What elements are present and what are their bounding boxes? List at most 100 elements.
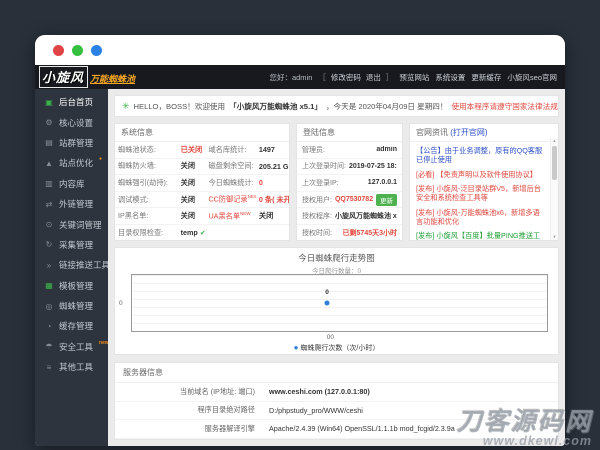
value: www.ceshi.com (127.0.0.1:80) xyxy=(269,387,370,397)
news-item[interactable]: [必看] 【免责声明以及软件使用协议】 xyxy=(416,170,546,179)
logout-link[interactable]: 退出 xyxy=(366,72,381,83)
server-info-title: 服务器信息 xyxy=(115,363,558,383)
sidebar-item-dashboard[interactable]: ▣ 后台首页 xyxy=(35,92,108,112)
value: 205.21 GB xyxy=(258,161,289,171)
account-links: 修改密码 退出 xyxy=(318,72,393,83)
preview-site-link[interactable]: 预览网站 xyxy=(399,72,429,83)
label: 蜘蛛池状态: xyxy=(118,144,156,154)
news-item[interactable]: [发布] 小旋风-万能蜘蛛池x6，新增多语言功能和优化 xyxy=(416,208,546,226)
value: 关闭 xyxy=(180,177,196,187)
value: 2019-07-25 18:37 xyxy=(348,162,397,170)
system-settings-link[interactable]: 系统设置 xyxy=(435,72,465,83)
sidebar-item-label: 安全工具 xyxy=(59,341,94,352)
template-icon: ▦ xyxy=(45,281,53,291)
sidebar-item-collection[interactable]: ↻ 采集管理 xyxy=(35,235,108,255)
sidebar-item-keywords[interactable]: ⊙ 关键词管理 xyxy=(35,214,108,234)
sidebar-item-external-links[interactable]: ⇄ 外链管理 xyxy=(35,194,108,214)
sidebar-item-other-tools[interactable]: ≡ 其他工具 xyxy=(35,357,108,377)
table-row: 程序目录绝对路径 D:/phpstudy_pro/WWW/ceshi xyxy=(115,402,558,420)
chart-title: 今日蜘蛛爬行走势图 xyxy=(298,253,375,263)
new-badge: NEW xyxy=(240,210,251,216)
sun-icon: ✳ xyxy=(122,100,130,111)
scroll-up-icon[interactable]: ▲ xyxy=(553,138,557,144)
licensed-user-value: QQ7530782 xyxy=(334,196,373,204)
notice-warning: 使用本程序请遵守国家法律法规，并遵守本软件使用协议！ xyxy=(451,101,559,111)
ua-blacklist-link[interactable]: UA黑名单NEW xyxy=(205,211,255,221)
value: 已关闭 xyxy=(180,144,203,154)
notice-date: ，今天是 2020年04月09日 星期四！ xyxy=(325,101,448,111)
keyword-icon: ⊙ xyxy=(45,220,53,230)
sidebar-item-templates[interactable]: ▦ 模板管理 xyxy=(35,276,108,296)
spider-crawl-chart: 今日蜘蛛爬行走势图 今日爬行数量：0 0 0 00 ● 蜘蛛爬行次数（次/小时） xyxy=(114,247,559,355)
chart-plot-area: 0 xyxy=(131,274,548,332)
cc-defense-link[interactable]: CC防御记录NEW xyxy=(205,194,255,204)
label: IP黑名单: xyxy=(118,211,149,221)
sidebar-item-label: 模板管理 xyxy=(59,280,94,291)
label: 授权时间: xyxy=(302,229,332,237)
sidebar-item-site-optimize[interactable]: ▲ 站点优化 ● xyxy=(35,153,108,173)
value: 关闭 xyxy=(180,211,196,221)
scroll-down-icon[interactable]: ▼ xyxy=(553,234,557,240)
news-item[interactable]: [发布] 小旋风【百度】批量PING推送工具v3(日推送量百万) xyxy=(416,231,546,240)
change-password-link[interactable]: 修改密码 xyxy=(331,72,361,83)
label: 今日蜘蛛统计: xyxy=(208,177,254,187)
label: 管理员: xyxy=(302,146,325,154)
value: admin xyxy=(376,146,397,154)
x-axis-tick: 00 xyxy=(326,334,334,341)
sidebar-item-label: 外链管理 xyxy=(59,199,94,210)
news-item[interactable]: 【公告】由于业务调整，原有的QQ客服已停止使用 xyxy=(416,146,546,164)
sidebar-item-spider[interactable]: ◎ 蜘蛛管理 xyxy=(35,296,108,316)
header-user-area: 您好：admin 修改密码 退出 预览网站 系统设置 更新缓存 小旋风seo官网 xyxy=(269,72,557,83)
table-row: 服务器解译引擎 Apache/2.4.39 (Win64) OpenSSL/1.… xyxy=(115,420,558,439)
system-info-panel: 系统信息 蜘蛛池状态: 已关闭 域名库统计: 1497 蜘蛛防火墙: 关闭 磁盘… xyxy=(114,123,290,241)
y-axis-tick: 0 xyxy=(119,300,123,307)
official-news-panel: 官网资讯 (打开官网) 【公告】由于业务调整，原有的QQ客服已停止使用 [必看]… xyxy=(409,123,559,241)
refresh-cache-link[interactable]: 更新缓存 xyxy=(471,72,501,83)
table-row: 蜘蛛防火墙: 关闭 磁盘剩余空间: 205.21 GB xyxy=(115,159,289,176)
value: 小旋风万能蜘蛛池 x5.1 xyxy=(334,213,397,221)
sidebar-item-link-push-tools[interactable]: » 链接推送工具 ● xyxy=(35,255,119,275)
sidebar-item-security-tools[interactable]: ☂ 安全工具 new xyxy=(35,337,108,357)
official-site-link[interactable]: 小旋风seo官网 xyxy=(507,72,557,83)
news-title: 官网资讯 (打开官网) xyxy=(410,124,558,142)
value: 0 xyxy=(258,178,263,188)
open-official-site-link[interactable]: (打开官网) xyxy=(450,128,487,137)
value: temp ✔ xyxy=(180,228,206,238)
close-window-icon[interactable] xyxy=(53,44,64,56)
scrollbar-thumb[interactable] xyxy=(552,146,557,180)
sidebar-item-site-group[interactable]: ▤ 站群管理 xyxy=(35,133,108,153)
sidebar-item-label: 站点优化 xyxy=(59,158,94,169)
minimize-window-icon[interactable] xyxy=(72,44,83,56)
label: 上次登录时间: xyxy=(302,163,346,171)
main-content: ✳ HELLO，BOSS！欢迎使用 「小旋风万能蜘蛛池 x5.1」 ，今天是 2… xyxy=(108,89,565,446)
license-days-value: 已剩5745天3小时 xyxy=(342,229,397,237)
sidebar-item-label: 其他工具 xyxy=(59,362,94,373)
label: 调试模式: xyxy=(118,194,149,204)
value: 关闭 xyxy=(180,194,196,204)
label: 程序目录绝对路径 xyxy=(197,405,255,415)
chart-legend[interactable]: ● 蜘蛛爬行次数（次/小时） xyxy=(115,343,558,353)
label: 当前域名 (IP地址: 端口) xyxy=(179,386,255,396)
sidebar-item-cache[interactable]: ◔ 缓存管理 xyxy=(35,316,108,336)
welcome-notice-bar: ✳ HELLO，BOSS！欢迎使用 「小旋风万能蜘蛛池 x5.1」 ，今天是 2… xyxy=(114,95,559,117)
news-item[interactable]: [发布] 小旋风-泛目录站群V5，新增后台安全和系统检查工具等 xyxy=(416,184,546,202)
home-icon: ▣ xyxy=(45,97,53,107)
tools-icon: ≡ xyxy=(46,362,52,372)
sidebar-item-core-settings[interactable]: ⚙ 核心设置 xyxy=(35,112,108,132)
sidebar: ▣ 后台首页 ⚙ 核心设置 ▤ 站群管理 ▲ 站点优化 ● ▥ 内容库 ⇄ 外链… xyxy=(35,89,119,446)
library-icon: ▥ xyxy=(45,179,53,189)
server-info-panel: 服务器信息 当前域名 (IP地址: 端口) www.ceshi.com (127… xyxy=(114,362,559,440)
news-scrollbar[interactable]: ▲ ▼ xyxy=(550,138,558,240)
push-icon: » xyxy=(46,260,52,270)
table-row: IP黑名单: 关闭 UA黑名单NEW 关闭 xyxy=(115,208,289,225)
data-point[interactable] xyxy=(324,300,330,306)
sidebar-item-content-library[interactable]: ▥ 内容库 xyxy=(35,174,108,194)
sidebar-item-label: 采集管理 xyxy=(59,239,94,250)
value: 1497 xyxy=(258,145,275,155)
maximize-window-icon[interactable] xyxy=(91,44,102,56)
update-license-button[interactable]: 更新 xyxy=(376,193,397,206)
browser-titlebar xyxy=(35,35,565,65)
label: 蜘蛛强引(劫持): xyxy=(118,177,168,187)
table-row: 蜘蛛强引(劫持): 关闭 今日蜘蛛统计: 0 xyxy=(115,175,289,192)
cache-icon: ◔ xyxy=(46,321,52,331)
